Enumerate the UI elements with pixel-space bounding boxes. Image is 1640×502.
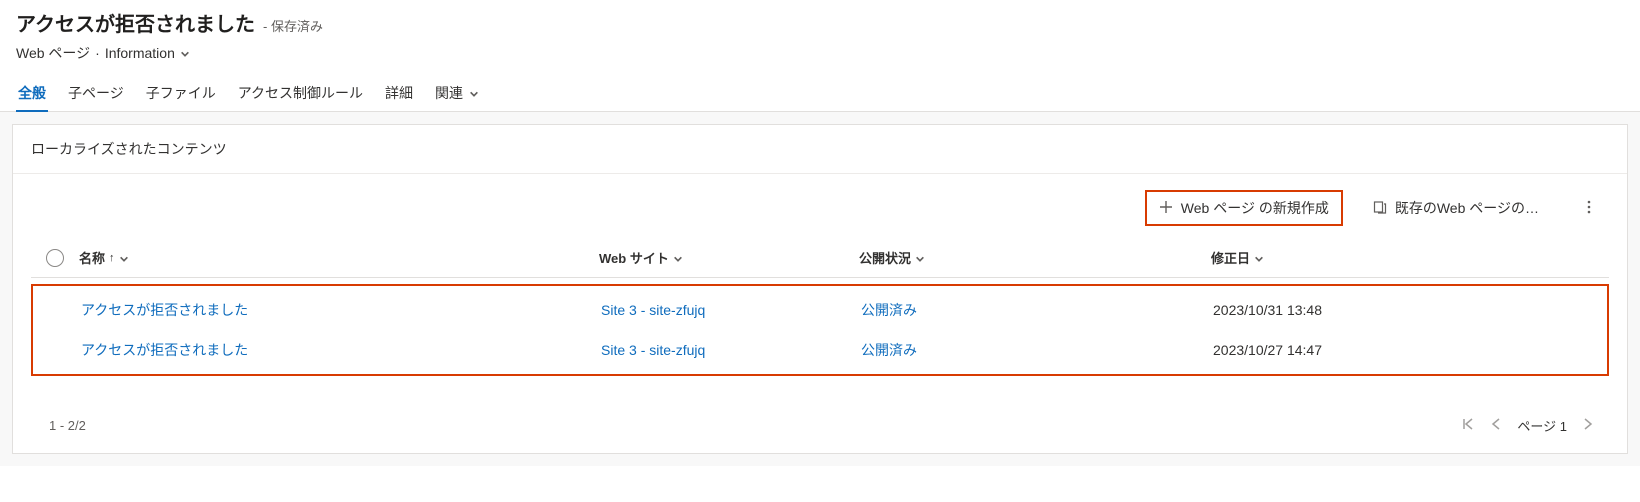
row-website-link[interactable]: Site 3 - site-zfujq — [601, 302, 861, 318]
grid-toolbar: Web ページ の新規作成 既存のWeb ページの… — [13, 174, 1627, 238]
button-label: 既存のWeb ページの… — [1395, 198, 1539, 218]
form-tabs: 全般 子ページ 子ファイル アクセス制御ルール 詳細 関連 — [0, 63, 1640, 112]
tab-child-pages[interactable]: 子ページ — [66, 79, 126, 111]
column-label: 修正日 — [1211, 248, 1250, 267]
chevron-down-icon — [915, 250, 925, 265]
column-header-modified[interactable]: 修正日 — [1211, 248, 1411, 267]
more-commands-button[interactable] — [1569, 193, 1609, 224]
saved-status: - 保存済み — [263, 16, 323, 35]
row-website-link[interactable]: Site 3 - site-zfujq — [601, 342, 861, 358]
first-page-button[interactable] — [1461, 417, 1475, 434]
chevron-down-icon — [180, 45, 190, 61]
localized-content-grid: 名称 ↑ Web サイト 公開状況 修正日 — [13, 238, 1627, 388]
column-header-website[interactable]: Web サイト — [599, 248, 859, 267]
tab-label: 子ページ — [68, 85, 124, 101]
pager: ページ 1 — [1461, 416, 1595, 435]
page-title: アクセスが拒否されました — [16, 8, 255, 37]
row-publish-link[interactable]: 公開済み — [861, 300, 1213, 320]
tab-access-control-rules[interactable]: アクセス制御ルール — [236, 79, 365, 111]
button-label: Web ページ の新規作成 — [1181, 198, 1329, 218]
more-vertical-icon — [1581, 199, 1597, 218]
row-publish-link[interactable]: 公開済み — [861, 340, 1213, 360]
chevron-down-icon — [1254, 250, 1264, 265]
link-icon — [1373, 200, 1387, 217]
new-webpage-button[interactable]: Web ページ の新規作成 — [1145, 190, 1343, 226]
row-modified: 2023/10/27 14:47 — [1213, 342, 1413, 358]
tab-label: 詳細 — [385, 85, 413, 101]
breadcrumb-entity: Web ページ — [16, 43, 90, 63]
add-existing-webpage-button[interactable]: 既存のWeb ページの… — [1361, 192, 1551, 224]
chevron-down-icon — [119, 250, 129, 265]
select-all-checkbox[interactable] — [46, 249, 64, 267]
tab-general[interactable]: 全般 — [16, 79, 48, 111]
prev-page-button[interactable] — [1489, 417, 1503, 434]
row-name-link[interactable]: アクセスが拒否されました — [81, 340, 601, 360]
column-label: 公開状況 — [859, 248, 911, 267]
breadcrumb-form: Information — [105, 45, 175, 61]
tab-child-files[interactable]: 子ファイル — [144, 79, 218, 111]
tab-label: 子ファイル — [146, 85, 216, 101]
tab-label: アクセス制御ルール — [238, 85, 363, 101]
column-header-publish-state[interactable]: 公開状況 — [859, 248, 1211, 267]
column-label: 名称 — [79, 248, 105, 267]
record-header: アクセスが拒否されました - 保存済み Web ページ · Informatio… — [0, 0, 1640, 63]
column-label: Web サイト — [599, 248, 669, 267]
row-name-link[interactable]: アクセスが拒否されました — [81, 300, 601, 320]
grid-header-row: 名称 ↑ Web サイト 公開状況 修正日 — [31, 238, 1609, 278]
breadcrumb-separator: · — [95, 45, 100, 61]
select-all-cell[interactable] — [31, 249, 79, 267]
tab-label: 全般 — [18, 85, 46, 101]
current-page-label: ページ 1 — [1517, 416, 1567, 435]
breadcrumb[interactable]: Web ページ · Information — [16, 43, 1624, 63]
table-row[interactable]: アクセスが拒否されました Site 3 - site-zfujq 公開済み 20… — [33, 290, 1607, 330]
section-title: ローカライズされたコンテンツ — [13, 125, 1627, 174]
table-row[interactable]: アクセスが拒否されました Site 3 - site-zfujq 公開済み 20… — [33, 330, 1607, 370]
tab-label: 関連 — [435, 85, 463, 101]
plus-icon — [1159, 200, 1173, 217]
grid-footer: 1 - 2/2 ページ 1 — [13, 388, 1627, 453]
chevron-down-icon — [469, 85, 479, 101]
tab-related[interactable]: 関連 — [433, 79, 481, 111]
chevron-down-icon — [673, 250, 683, 265]
sort-asc-icon: ↑ — [109, 252, 115, 264]
tab-details[interactable]: 詳細 — [383, 79, 415, 111]
row-range-label: 1 - 2/2 — [49, 418, 86, 433]
grid-rows: アクセスが拒否されました Site 3 - site-zfujq 公開済み 20… — [31, 284, 1609, 376]
next-page-button[interactable] — [1581, 417, 1595, 434]
column-header-name[interactable]: 名称 ↑ — [79, 248, 599, 267]
localized-content-panel: ローカライズされたコンテンツ Web ページ の新規作成 既存のWeb ページの… — [12, 124, 1628, 454]
row-modified: 2023/10/31 13:48 — [1213, 302, 1413, 318]
